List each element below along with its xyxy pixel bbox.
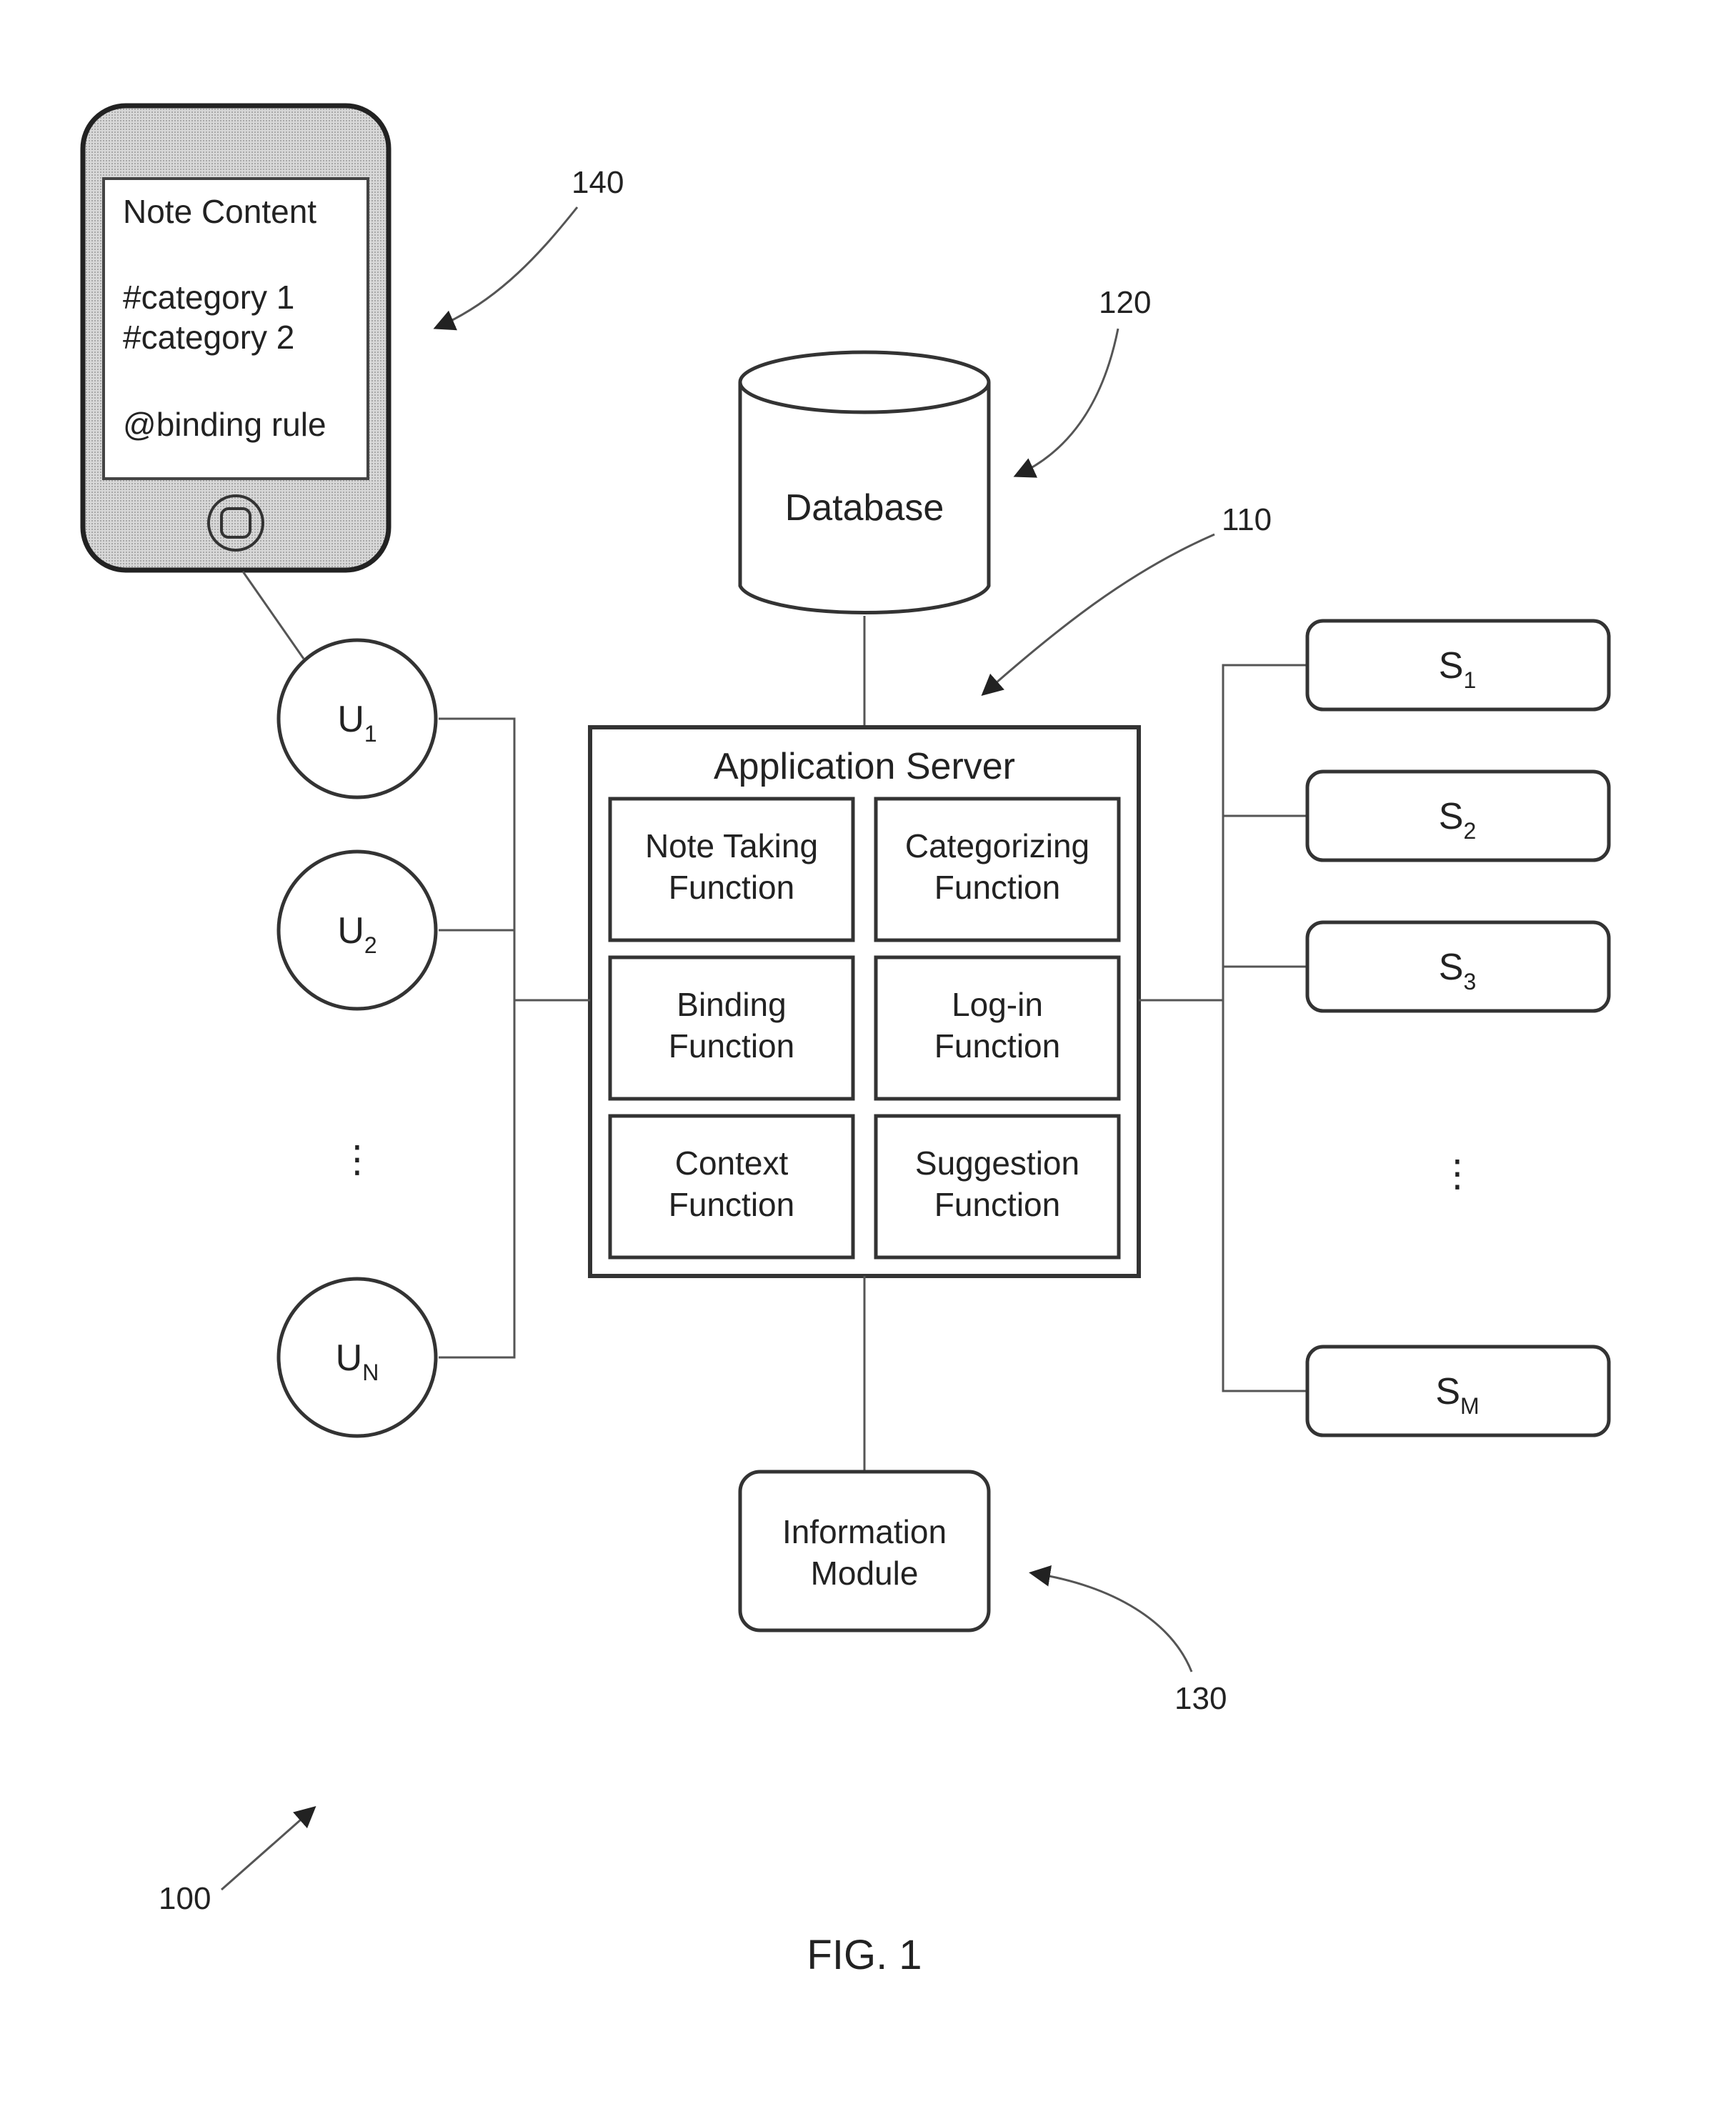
function-label: Categorizing [905,827,1089,864]
function-categorizing: Categorizing Function [874,797,1121,942]
function-log-in: Log-in Function [874,955,1121,1101]
screen-line-category-1: #category 1 [123,279,294,316]
service-node-3: S3 [1223,920,1611,1013]
user-node-n: UN [276,1277,438,1438]
user-bus [439,717,516,1359]
ref-120: 120 [1099,285,1151,320]
function-label: Function [669,1027,794,1065]
info-module-line-1: Information [782,1513,947,1550]
function-note-taking: Note Taking Function [608,797,855,942]
database-cylinder: Database [738,350,991,614]
screen-line-category-2: #category 2 [123,319,294,356]
function-label: Function [934,869,1060,906]
function-label: Function [669,1186,794,1223]
function-label: Log-in [952,986,1043,1023]
function-label: Binding [677,986,786,1023]
ref-140: 140 [572,165,624,200]
system-diagram: Note Content #category 1 #category 2 @bi… [80,103,1611,1978]
info-module-line-2: Module [811,1555,919,1592]
ref-100: 100 [159,1881,211,1916]
service-node-1: S1 [1305,619,1611,712]
ref-110: 110 [1222,502,1272,537]
user-node-2: U2 [276,849,438,1011]
arrow-140 [433,206,579,331]
function-label: Suggestion [915,1145,1079,1182]
app-server-title: Application Server [714,746,1015,787]
function-label: Note Taking [645,827,818,864]
arrow-130 [1029,1565,1193,1672]
arrow-120 [1013,328,1119,478]
function-label: Function [934,1027,1060,1065]
figure-caption: FIG. 1 [807,1932,922,1978]
user-node-1: U1 [276,638,438,799]
mobile-device: Note Content #category 1 #category 2 @bi… [80,103,391,573]
function-suggestion: Suggestion Function [874,1114,1121,1260]
device-user-link [241,571,305,659]
function-binding: Binding Function [608,955,855,1101]
function-label: Function [669,869,794,906]
service-node-m: SM [1305,1345,1611,1437]
services-group: S1 S2 S3 SM [1222,619,1611,1437]
users-ellipsis: ⋮ [339,1139,376,1180]
information-module: Information Module [738,1470,991,1632]
service-bus [1222,664,1307,1392]
service-node-2: S2 [1223,769,1611,862]
arrow-100 [221,1806,316,1891]
screen-line-note-content: Note Content [123,193,316,230]
function-context: Context Function [608,1114,855,1260]
application-server: Application Server Note TakingFunctionCa… [588,725,1141,1278]
function-label: Function [934,1186,1060,1223]
services-ellipsis: ⋮ [1439,1153,1476,1195]
ref-130: 130 [1174,1681,1227,1716]
users-group: U1 U2 UN [276,638,438,1438]
database-label: Database [785,487,944,529]
arrow-110 [981,533,1215,696]
function-label: Context [675,1145,789,1182]
screen-line-binding-rule: @binding rule [123,406,326,443]
